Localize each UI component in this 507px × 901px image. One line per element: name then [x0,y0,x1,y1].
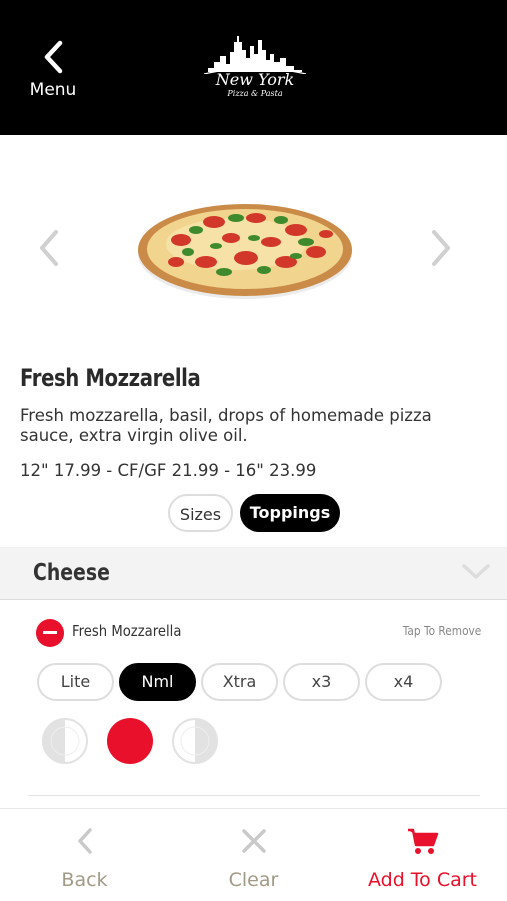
add-to-cart-label: Add To Cart [367,869,478,891]
logo-subtitle: Pizza & Pasta [227,89,283,98]
remove-topping-button[interactable] [36,619,64,647]
item-description: Fresh mozzarella, basil, drops of homema… [20,406,432,445]
row-divider [28,795,480,796]
clear-label: Clear [228,869,279,891]
header-bar: Menu New York Pizza & Pasta [0,0,507,135]
amount-x3-button[interactable]: x3 [283,663,360,701]
chevron-down-icon [462,564,490,579]
amount-normal-button[interactable]: Nml [119,663,196,701]
skyline-icon [203,36,307,74]
next-image-arrow-icon[interactable] [426,228,456,268]
pizza-image [138,204,352,299]
section-title: Cheese [33,560,110,586]
right-half-portion-icon[interactable] [171,717,219,765]
clear-button[interactable]: Clear [169,809,338,901]
whole-portion-icon[interactable] [106,717,154,765]
cheese-section-header[interactable]: Cheese [0,547,507,600]
tab-sizes[interactable]: Sizes [168,494,233,532]
back-button[interactable]: Back [0,809,169,901]
shopping-cart-icon [407,828,438,854]
logo-title: New York [215,70,295,89]
restaurant-logo: New York Pizza & Pasta [200,34,310,104]
item-title: Fresh Mozzarella [20,364,201,392]
menu-back-label: Menu [29,80,77,100]
chevron-left-icon [44,40,63,74]
back-label: Back [61,869,108,891]
tap-to-remove-hint: Tap To Remove [402,624,481,638]
bottom-action-bar: Back Clear Add To Cart [0,808,507,901]
previous-image-arrow-icon[interactable] [34,228,64,268]
amount-x4-button[interactable]: x4 [365,663,442,701]
amount-extra-button[interactable]: Xtra [201,663,278,701]
tab-toppings[interactable]: Toppings [240,494,340,532]
add-to-cart-button[interactable]: Add To Cart [338,809,507,901]
amount-lite-button[interactable]: Lite [37,663,114,701]
chevron-left-icon [77,828,92,854]
menu-back-button[interactable]: Menu [22,40,84,110]
topping-row: Fresh Mozzarella Tap To Remove [0,600,507,665]
close-icon [241,829,266,853]
item-price: 12" 17.99 - CF/GF 21.99 - 16" 23.99 [20,461,317,480]
left-half-portion-icon[interactable] [41,717,89,765]
topping-name: Fresh Mozzarella [72,622,182,640]
